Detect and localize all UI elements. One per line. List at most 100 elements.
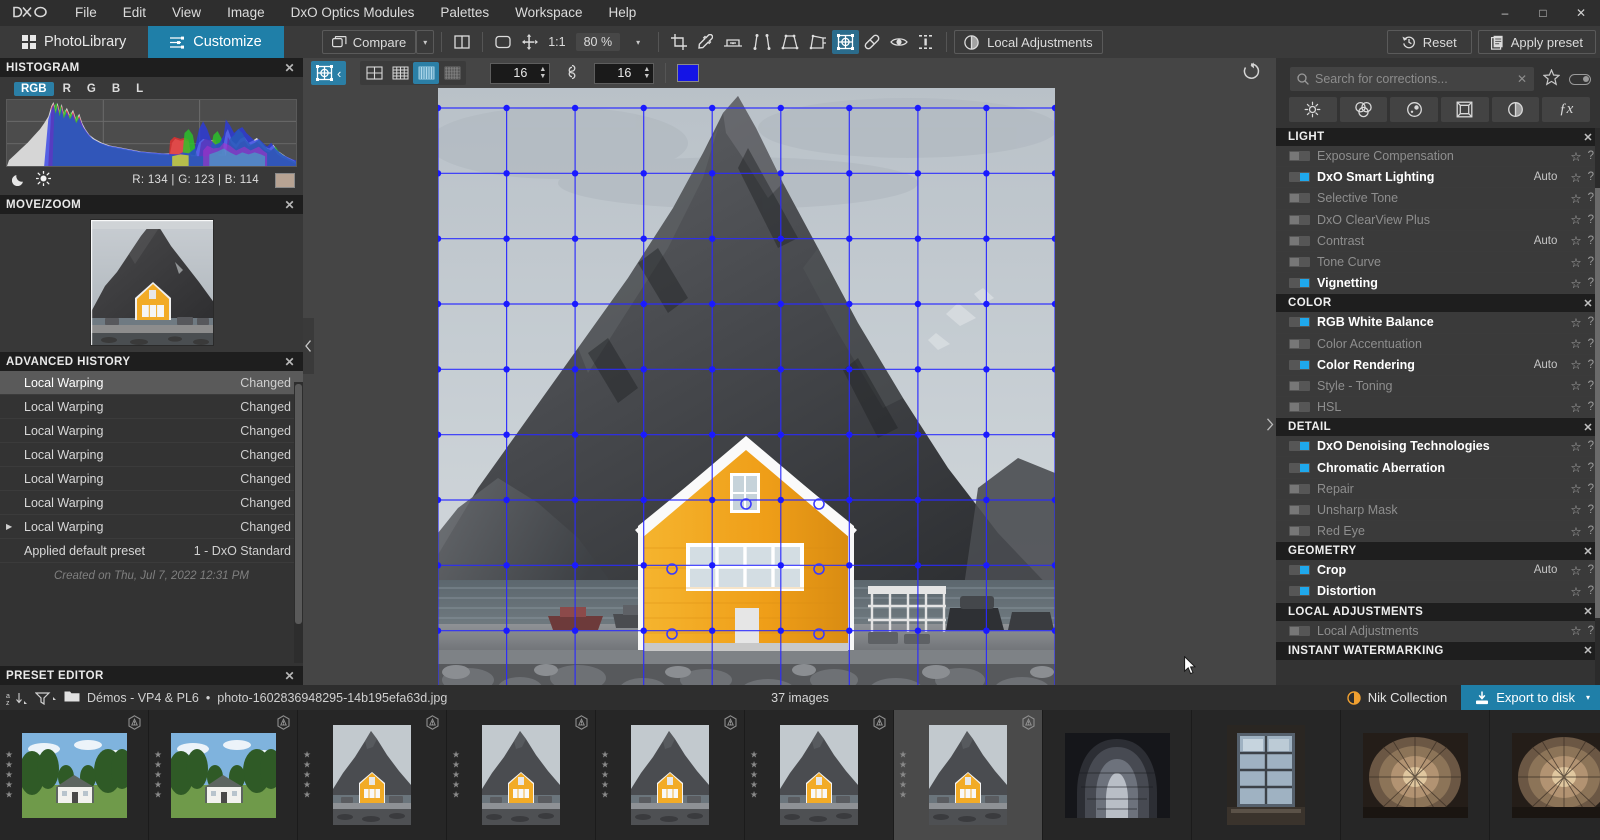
filmstrip-thumbnail[interactable]: ★★★★★	[0, 710, 149, 840]
histogram-tab-rgb[interactable]: RGB	[14, 82, 54, 96]
help-icon[interactable]: ?	[1588, 150, 1594, 162]
correction-row[interactable]: RGB White Balance☆?	[1276, 312, 1600, 333]
section-header[interactable]: INSTANT WATERMARKING✕	[1276, 642, 1600, 660]
section-header[interactable]: LIGHT✕	[1276, 128, 1600, 146]
correction-toggle[interactable]	[1289, 505, 1310, 515]
perspective-rectangle-icon[interactable]	[776, 30, 804, 54]
correction-toggle[interactable]	[1289, 193, 1310, 203]
correction-toggle[interactable]	[1289, 278, 1310, 288]
zoom-percent-display[interactable]: 80 %	[571, 30, 626, 54]
filter-funnel-icon[interactable]	[35, 691, 57, 705]
stepper-arrows-icon[interactable]: ▲▼	[539, 66, 546, 80]
help-icon[interactable]: ?	[1588, 235, 1594, 247]
close-icon[interactable]: ✕	[285, 61, 295, 75]
close-icon[interactable]: ✕	[285, 355, 295, 369]
correction-toggle[interactable]	[1289, 484, 1310, 494]
help-icon[interactable]: ?	[1588, 483, 1594, 495]
sort-az-icon[interactable]: a z	[6, 691, 28, 705]
correction-row[interactable]: Color Accentuation☆?	[1276, 334, 1600, 355]
tab-geometry[interactable]	[1441, 97, 1489, 122]
menu-workspace[interactable]: Workspace	[502, 0, 595, 26]
nik-collection-button[interactable]: Nik Collection	[1333, 685, 1461, 710]
rating-stars[interactable]: ★★★★★	[750, 751, 758, 800]
help-icon[interactable]: ?	[1588, 625, 1594, 637]
zoom-dropdown[interactable]: ▾	[625, 30, 651, 54]
optics-module-badge-icon[interactable]	[1022, 715, 1035, 730]
move-zoom-panel[interactable]	[0, 214, 303, 352]
histogram-tab-b[interactable]: B	[105, 82, 127, 96]
correction-toggle[interactable]	[1289, 339, 1310, 349]
correction-toggle[interactable]	[1289, 441, 1310, 451]
eyedropper-icon[interactable]	[692, 30, 718, 54]
favorite-star-icon[interactable]: ☆	[1570, 460, 1581, 475]
filmstrip-thumbnail[interactable]: ★★★★★	[894, 710, 1043, 840]
navigator-thumbnail[interactable]	[90, 219, 214, 346]
correction-row[interactable]: HSL☆?	[1276, 397, 1600, 418]
tab-photolibrary[interactable]: PhotoLibrary	[0, 26, 148, 58]
histogram-tab-l[interactable]: L	[129, 82, 150, 96]
optics-module-badge-icon[interactable]	[724, 715, 737, 730]
favorite-star-icon[interactable]: ☆	[1570, 170, 1581, 185]
menu-palettes[interactable]: Palettes	[427, 0, 502, 26]
filmstrip-thumbnail[interactable]: ★★★★★	[745, 710, 894, 840]
red-eye-icon[interactable]	[885, 30, 913, 54]
rating-stars[interactable]: ★★★★★	[5, 751, 13, 800]
split-view-icon[interactable]	[449, 30, 475, 54]
rating-stars[interactable]: ★★★★★	[154, 751, 162, 800]
correction-row[interactable]: Selective Tone☆?	[1276, 188, 1600, 209]
minimize-icon[interactable]: –	[1486, 0, 1524, 26]
correction-row[interactable]: DxO ClearView Plus☆?	[1276, 210, 1600, 231]
filmstrip-thumbnail[interactable]: ★★★★★	[596, 710, 745, 840]
correction-toggle[interactable]	[1289, 151, 1310, 161]
help-icon[interactable]: ?	[1588, 462, 1594, 474]
correction-row[interactable]: Tone Curve☆?	[1276, 252, 1600, 273]
history-row[interactable]: Local WarpingChanged	[0, 371, 303, 395]
left-panel-scrollbar[interactable]	[294, 382, 303, 663]
folder-icon[interactable]	[64, 690, 80, 706]
maximize-icon[interactable]: □	[1524, 0, 1562, 26]
favorite-star-icon[interactable]: ☆	[1570, 315, 1581, 330]
stepper-arrows-icon[interactable]: ▲▼	[643, 66, 650, 80]
corrections-scrollbar[interactable]	[1595, 128, 1600, 685]
favorite-star-icon[interactable]: ☆	[1570, 191, 1581, 206]
help-icon[interactable]: ?	[1588, 256, 1594, 268]
help-icon[interactable]: ?	[1588, 504, 1594, 516]
correction-row[interactable]: Exposure Compensation☆?	[1276, 146, 1600, 167]
grid-4x4-icon[interactable]	[387, 62, 413, 84]
right-panel-collapse-handle[interactable]	[1266, 418, 1274, 434]
optics-module-badge-icon[interactable]	[277, 715, 290, 730]
tab-color[interactable]	[1340, 97, 1388, 122]
more-tools-icon[interactable]	[913, 30, 939, 54]
help-icon[interactable]: ?	[1588, 316, 1594, 328]
tab-detail[interactable]	[1390, 97, 1438, 122]
menu-image[interactable]: Image	[214, 0, 278, 26]
corrections-list[interactable]: LIGHT✕Exposure Compensation☆?DxO Smart L…	[1276, 128, 1600, 685]
section-header[interactable]: COLOR✕	[1276, 294, 1600, 312]
menu-dxo-optics-modules[interactable]: DxO Optics Modules	[278, 0, 428, 26]
correction-toggle[interactable]	[1289, 565, 1310, 575]
close-icon[interactable]: ✕	[1583, 605, 1593, 618]
favorite-star-icon[interactable]: ☆	[1570, 524, 1581, 539]
crop-tool-icon[interactable]	[666, 30, 692, 54]
help-icon[interactable]: ?	[1588, 440, 1594, 452]
correction-row[interactable]: DxO Smart LightingAuto☆?	[1276, 167, 1600, 188]
favorites-filter-icon[interactable]	[1543, 69, 1560, 89]
correction-toggle[interactable]	[1289, 172, 1310, 182]
help-icon[interactable]: ?	[1588, 338, 1594, 350]
menu-view[interactable]: View	[159, 0, 214, 26]
image-canvas[interactable]	[303, 88, 1276, 685]
edited-photo[interactable]	[438, 88, 1055, 685]
show-all-toggle[interactable]	[1569, 74, 1591, 85]
history-row[interactable]: Local WarpingChanged	[0, 491, 303, 515]
local-adjustments-button[interactable]: Local Adjustments	[954, 30, 1103, 54]
rating-stars[interactable]: ★★★★★	[601, 751, 609, 800]
filmstrip-thumbnail[interactable]	[1043, 710, 1192, 840]
correction-row[interactable]: Unsharp Mask☆?	[1276, 500, 1600, 521]
correction-row[interactable]: Local Adjustments☆?	[1276, 621, 1600, 642]
correction-toggle[interactable]	[1289, 317, 1310, 327]
left-panel-collapse-handle[interactable]	[303, 318, 314, 374]
repair-clone-icon[interactable]	[859, 30, 885, 54]
correction-row[interactable]: Style - Toning☆?	[1276, 376, 1600, 397]
close-icon[interactable]: ✕	[1583, 131, 1593, 144]
help-icon[interactable]: ?	[1588, 564, 1594, 576]
